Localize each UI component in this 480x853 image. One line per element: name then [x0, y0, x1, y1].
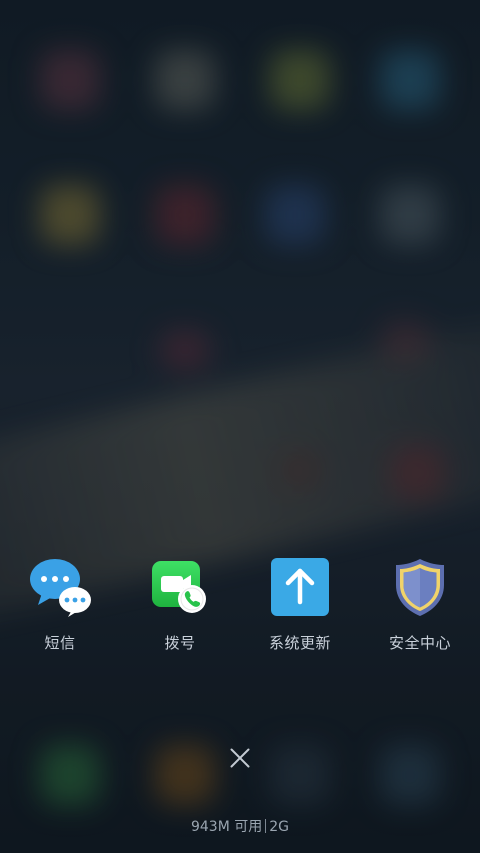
network-type-text: 2G: [269, 819, 290, 835]
app-label: 拨号: [164, 634, 196, 652]
app-label: 短信: [44, 634, 76, 652]
memory-status: 943M 可用 2G: [0, 816, 480, 836]
system-update-icon: [268, 555, 332, 619]
recent-app-messages[interactable]: 短信: [0, 555, 120, 665]
clear-all-close-button[interactable]: [224, 742, 256, 774]
recent-app-system-update[interactable]: 系统更新: [240, 555, 360, 665]
messages-icon: [28, 555, 92, 619]
divider: [265, 819, 267, 833]
app-label: 安全中心: [388, 634, 451, 652]
security-center-icon: [388, 555, 452, 619]
memory-available-text: 943M 可用: [190, 819, 263, 835]
recent-apps-row: 短信 拨号 系统更新 安全中心: [0, 555, 480, 665]
recent-app-dialer[interactable]: 拨号: [120, 555, 240, 665]
recent-app-security-center[interactable]: 安全中心: [360, 555, 480, 665]
app-label: 系统更新: [268, 634, 331, 652]
dialer-icon: [148, 555, 212, 619]
recent-apps-screen: 短信 拨号 系统更新 安全中心 943M 可用 2G: [0, 0, 480, 853]
